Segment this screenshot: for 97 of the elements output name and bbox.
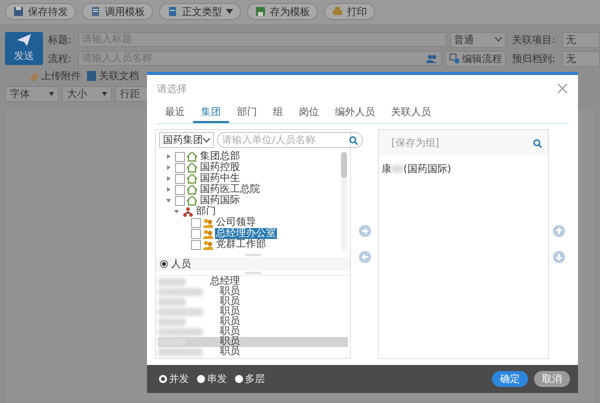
right-arrow-icon	[358, 225, 371, 237]
tree-item[interactable]: 公司领导	[215, 217, 257, 228]
paper-plane-icon	[17, 34, 31, 46]
people-icon	[203, 240, 213, 250]
selected-person[interactable]: 康	[381, 162, 392, 176]
value-field: 无	[562, 32, 600, 48]
field-label: 标题:	[48, 34, 72, 46]
flow-icon	[449, 53, 460, 64]
checkbox[interactable]	[175, 162, 185, 172]
toolbar-button[interactable]: 调用模板	[82, 3, 153, 20]
tab[interactable]: 关联人员	[383, 102, 439, 123]
person-row[interactable]: 职员	[158, 297, 348, 307]
person-row[interactable]: 职员	[158, 307, 348, 317]
edit-flow-button[interactable]: 编辑流程	[445, 50, 506, 66]
checkbox[interactable]	[175, 174, 185, 184]
checkbox[interactable]	[175, 196, 185, 206]
down-arrow-icon	[553, 251, 566, 263]
search-icon	[532, 138, 542, 148]
redacted-name	[158, 328, 203, 336]
tab[interactable]: 部门	[229, 102, 265, 123]
toolbar-button[interactable]: 正文类型	[159, 3, 241, 20]
radio[interactable]	[197, 375, 205, 383]
search-icon	[349, 136, 358, 144]
checkbox[interactable]	[175, 184, 185, 194]
up-arrow-icon	[553, 225, 566, 237]
tree-item[interactable]: 集团总部	[199, 151, 241, 162]
scrollbar[interactable]	[341, 152, 347, 252]
tree-item[interactable]: 总经理办公室	[215, 228, 277, 239]
document-icon	[167, 6, 178, 17]
tree-item[interactable]: 国药国际	[199, 195, 241, 206]
radio-option[interactable]: 串发	[197, 372, 227, 386]
checkbox[interactable]	[191, 240, 201, 250]
tree-item[interactable]: 部门	[195, 206, 217, 217]
people-icon	[203, 228, 213, 238]
chevron-icon	[495, 37, 502, 42]
attachment-link[interactable]: 上传附件	[30, 69, 81, 83]
org-chart-icon	[183, 206, 193, 216]
radio-option[interactable]: 多层	[235, 372, 265, 386]
checkbox[interactable]	[191, 228, 201, 238]
field-label: 预归档到:	[512, 52, 556, 66]
radio[interactable]	[235, 375, 243, 383]
attachment-link[interactable]: 关联文档	[87, 69, 139, 83]
redacted-name	[391, 165, 404, 173]
redacted-name	[158, 348, 203, 356]
redacted-name	[158, 338, 186, 346]
tab[interactable]: 最近	[157, 102, 193, 123]
priority-select[interactable]: 普通	[450, 32, 506, 48]
tab[interactable]: 岗位	[291, 102, 327, 123]
radio[interactable]	[159, 375, 167, 383]
tree-item[interactable]: 国药医工总院	[199, 184, 261, 195]
close-button[interactable]	[557, 83, 568, 94]
redacted-name	[158, 308, 203, 316]
toolbar-button[interactable]: 存为模板	[247, 3, 318, 20]
person-row[interactable]: 职员	[158, 317, 348, 327]
radio-icon	[160, 260, 168, 268]
scrollbar-thumb[interactable]	[341, 152, 347, 178]
format-select[interactable]: 大小	[62, 86, 112, 102]
person-row[interactable]: 总经理	[158, 277, 348, 287]
checkbox[interactable]	[175, 152, 185, 162]
redacted-name	[158, 288, 203, 296]
field-label: 流程:	[48, 52, 72, 66]
person-row[interactable]: 职员	[158, 287, 348, 297]
left-arrow-icon	[358, 251, 371, 263]
people-icon	[203, 218, 213, 228]
selected-org: (国药国际)	[403, 162, 452, 176]
paperclip-icon	[30, 71, 38, 81]
person-row[interactable]: 职员	[158, 327, 348, 337]
format-select[interactable]: 字体	[5, 86, 59, 102]
value-field: 无	[562, 50, 600, 66]
redacted-name	[158, 278, 186, 286]
tab[interactable]: 组	[265, 102, 291, 123]
tree-item[interactable]: 国药控股	[199, 162, 241, 173]
tree-item[interactable]: 国药中生	[199, 173, 241, 184]
close-icon	[557, 83, 568, 94]
send-button[interactable]: 发送	[5, 32, 43, 65]
chevron-icon	[203, 138, 210, 142]
checkbox[interactable]	[191, 218, 201, 228]
confirm-button[interactable]: 确定	[492, 371, 528, 387]
redacted-name	[158, 318, 186, 326]
redacted-name	[158, 298, 186, 306]
tree-item[interactable]: 党群工作部	[215, 239, 267, 250]
document-icon	[87, 71, 96, 81]
search-field[interactable]: 请输入单位/人员名称	[217, 132, 363, 148]
person-row[interactable]: 职员	[158, 337, 348, 347]
tab[interactable]: 集团	[193, 102, 229, 123]
caret-icon	[102, 92, 107, 96]
scope-select[interactable]: 国药集团	[159, 132, 214, 148]
person-row[interactable]: 职员	[158, 347, 348, 357]
radio-option[interactable]: 并发	[159, 372, 189, 386]
toolbar-button[interactable]: 打印	[324, 3, 375, 20]
section-label: 人员	[171, 258, 191, 272]
caret-icon	[49, 92, 54, 96]
toolbar-button[interactable]: 保存待发	[5, 3, 76, 20]
printer-icon	[332, 6, 343, 17]
field-label: 关联项目:	[512, 34, 556, 46]
tab[interactable]: 编外人员	[327, 102, 383, 123]
document-icon	[90, 6, 101, 17]
